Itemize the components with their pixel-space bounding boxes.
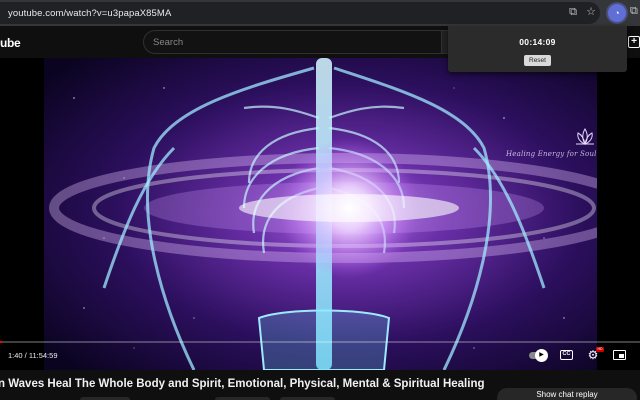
address-bar[interactable]: youtube.com/watch?v=u3papaX85MA [0,2,600,24]
timer-reset-button[interactable]: Reset [524,55,551,66]
hd-badge: HD [596,347,604,352]
video-player[interactable]: Healing Energy for Soul [0,58,640,370]
timer-display: 00:14:09 [519,37,556,47]
timer-extension-icon[interactable]: ◔ [608,4,626,22]
url-text[interactable]: youtube.com/watch?v=u3papaX85MA [8,8,171,19]
video-frame[interactable]: Healing Energy for Soul [44,58,597,370]
screen: youtube.com/watch?v=u3papaX85MA ⧉ ☆ ◔ ⧉ … [0,0,640,400]
star-icon[interactable]: ☆ [584,5,598,19]
extensions-icon[interactable]: ⧉ [630,5,638,18]
show-chat-replay-button[interactable]: Show chat replay [497,388,637,400]
subtitles-icon[interactable]: CC [560,350,573,360]
time-display: 1:40 / 11:54:59 [8,351,58,360]
browser-toolbar: youtube.com/watch?v=u3papaX85MA ⧉ ☆ ◔ ⧉ [0,0,640,26]
video-artwork [44,58,597,370]
search-placeholder: Search [153,37,184,48]
cast-icon[interactable]: ⧉ [566,5,580,19]
youtube-logo[interactable]: ube [0,36,21,50]
lotus-logo-icon [576,128,594,145]
timer-popup: 00:14:09 Reset [448,26,627,72]
create-icon[interactable]: + [628,36,640,48]
channel-watermark: Healing Energy for Soul [506,150,597,158]
search-input[interactable]: Search [143,30,446,54]
progress-bar-fill [0,341,2,343]
play-icon: ▶ [535,349,548,362]
progress-bar[interactable] [0,341,640,343]
video-title: n Waves Heal The Whole Body and Spirit, … [0,378,485,390]
miniplayer-inner-icon [619,354,624,358]
